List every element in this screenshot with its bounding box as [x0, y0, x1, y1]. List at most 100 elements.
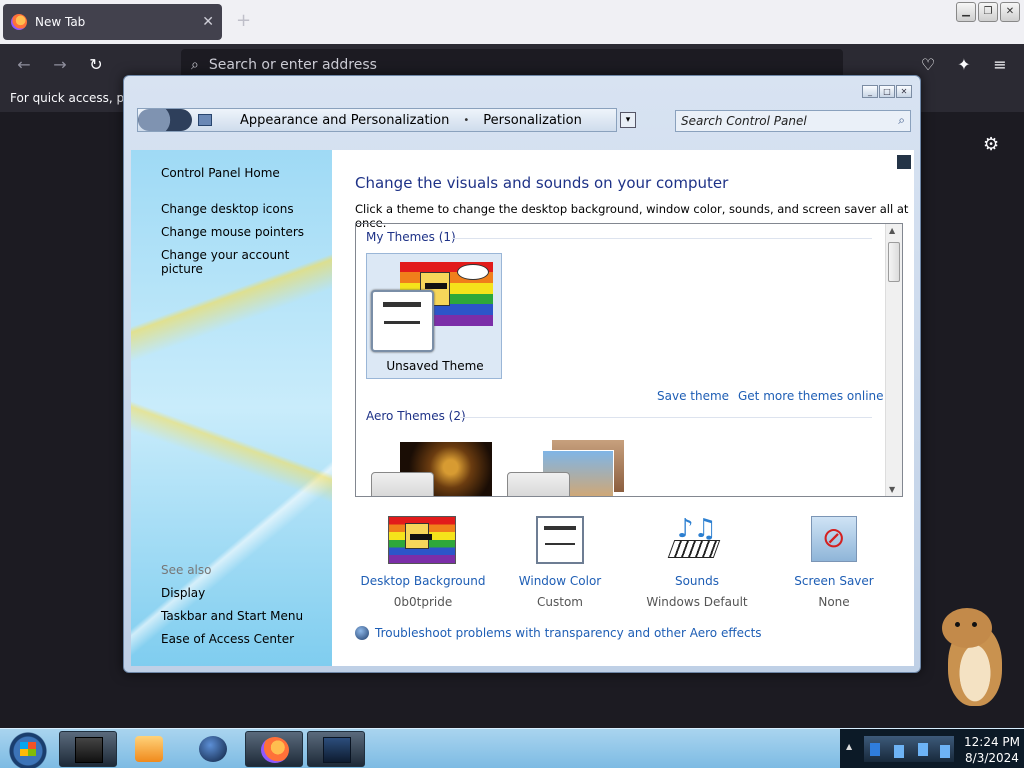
firefox-icon: [261, 737, 289, 763]
system-tray: ▲ 12:24 PM 8/3/2024: [840, 729, 1024, 768]
setting-value: Custom: [537, 595, 583, 609]
sidebar-item-display[interactable]: Display: [161, 586, 205, 600]
search-control-panel-input[interactable]: Search Control Panel ⌕: [675, 110, 911, 132]
clock-date: 8/3/2024: [965, 751, 1019, 765]
setting-value: Windows Default: [646, 595, 748, 609]
close-button[interactable]: ✕: [896, 85, 912, 98]
setting-label: Sounds: [674, 574, 720, 588]
menu-icon[interactable]: ≡: [990, 55, 1010, 74]
globe-icon: [199, 736, 227, 762]
media-player-icon: [135, 736, 163, 762]
app-window-icon: [75, 737, 103, 763]
screen-saver-icon: [799, 516, 869, 566]
sidebar-item-account-picture[interactable]: Change your account picture: [161, 248, 332, 276]
page-title: Change the visuals and sounds on your co…: [355, 174, 729, 192]
window-color-icon: [525, 516, 595, 566]
troubleshoot-label: Troubleshoot problems with transparency …: [375, 626, 762, 640]
extensions-icon[interactable]: ✦: [954, 55, 974, 74]
sidebar: Control Panel Home Change desktop icons …: [131, 150, 332, 666]
forward-icon[interactable]: →: [50, 55, 70, 74]
hamster-desktop-pet[interactable]: [942, 606, 1006, 708]
taskbar-item-control-panel[interactable]: [307, 731, 365, 767]
show-hidden-icons-icon[interactable]: ▲: [846, 742, 852, 751]
clock-time: 12:24 PM: [964, 735, 1020, 749]
themes-scrollbar[interactable]: ▲ ▼: [885, 224, 902, 496]
window-color-button[interactable]: Window Color Custom: [492, 516, 628, 609]
taskbar-item-app1[interactable]: [59, 731, 117, 767]
speech-bubble-icon: [457, 264, 489, 280]
start-button[interactable]: [2, 729, 54, 768]
browser-tab-strip: New Tab ✕ + ▁ ❐ ✕: [0, 0, 1024, 44]
tray-icons[interactable]: [864, 736, 954, 762]
troubleshoot-icon: [355, 626, 369, 640]
search-icon: ⌕: [898, 113, 905, 127]
minimize-button[interactable]: ▁: [956, 2, 976, 22]
breadcrumb: Appearance and Personalization • Persona…: [137, 108, 617, 132]
group-divider: [452, 238, 872, 239]
address-dropdown-icon[interactable]: ▾: [620, 112, 636, 128]
taskbar-item-firefox[interactable]: [245, 731, 303, 767]
setting-value: None: [818, 595, 850, 609]
taskbar-item-media-player[interactable]: [120, 731, 178, 767]
window-preview-icon: [371, 472, 434, 496]
clock[interactable]: 12:24 PM 8/3/2024: [962, 734, 1022, 766]
settings-icon[interactable]: ⚙: [983, 134, 999, 155]
desktop-background-icon: [388, 516, 458, 566]
group-divider: [460, 417, 872, 418]
setting-label: Screen Saver: [794, 574, 874, 588]
window-preview-icon: [507, 472, 570, 496]
search-icon: ⌕: [191, 57, 199, 73]
sidebar-item-mouse-pointers[interactable]: Change mouse pointers: [161, 225, 304, 239]
breadcrumb-personalization[interactable]: Personalization: [477, 113, 588, 128]
theme-unsaved[interactable]: Unsaved Theme: [366, 253, 502, 379]
browser-window-controls: ▁ ❐ ✕: [956, 2, 1020, 22]
close-window-button[interactable]: ✕: [1000, 2, 1020, 22]
setting-label: Desktop Background: [360, 574, 486, 588]
breadcrumb-separator: •: [463, 114, 470, 126]
scroll-thumb[interactable]: [888, 242, 900, 282]
reload-icon[interactable]: ↻: [86, 55, 106, 74]
control-panel-icon: [198, 114, 212, 126]
hamster-head: [942, 608, 992, 648]
setting-value: 0b0tpride: [393, 595, 453, 609]
address-placeholder: Search or enter address: [208, 57, 377, 73]
minimize-button[interactable]: _: [862, 85, 878, 98]
back-forward-buttons[interactable]: [138, 109, 192, 131]
back-icon[interactable]: ←: [14, 55, 34, 74]
sounds-icon: ♪♫: [662, 516, 732, 566]
tab-title: New Tab: [35, 15, 86, 29]
group-aero-themes: Aero Themes (2): [366, 409, 466, 423]
sidebar-item-control-panel-home[interactable]: Control Panel Home: [161, 166, 280, 180]
restore-button[interactable]: ❐: [978, 2, 998, 22]
window-caption-buttons: _ □ ✕: [862, 85, 912, 98]
personalization-window: _ □ ✕ Appearance and Personalization • P…: [123, 75, 921, 673]
help-icon[interactable]: [897, 155, 911, 169]
breadcrumb-appearance[interactable]: Appearance and Personalization: [234, 113, 455, 128]
scroll-down-icon[interactable]: ▼: [889, 485, 895, 494]
maximize-button[interactable]: □: [879, 85, 895, 98]
taskbar-item-globe[interactable]: [184, 731, 242, 767]
desktop-background-button[interactable]: Desktop Background 0b0tpride: [355, 516, 491, 609]
sidebar-item-ease-of-access[interactable]: Ease of Access Center: [161, 632, 294, 646]
sidebar-item-desktop-icons[interactable]: Change desktop icons: [161, 202, 294, 216]
bookmarks-hint: For quick access, plac: [10, 91, 142, 105]
save-theme-link[interactable]: Save theme: [657, 389, 729, 403]
see-also-heading: See also: [161, 563, 212, 577]
new-tab-button[interactable]: +: [236, 10, 251, 31]
sounds-button[interactable]: ♪♫ Sounds Windows Default: [629, 516, 765, 609]
close-tab-icon[interactable]: ✕: [202, 14, 214, 30]
tab-new-tab[interactable]: New Tab ✕: [3, 4, 222, 40]
taskbar: ▲ 12:24 PM 8/3/2024: [0, 728, 1024, 768]
window-content: Control Panel Home Change desktop icons …: [131, 150, 914, 666]
character-icon: [405, 523, 432, 549]
scroll-up-icon[interactable]: ▲: [889, 226, 895, 235]
group-my-themes: My Themes (1): [366, 230, 456, 244]
troubleshoot-link[interactable]: Troubleshoot problems with transparency …: [355, 626, 762, 640]
setting-label: Window Color: [518, 574, 602, 588]
screen-saver-button[interactable]: Screen Saver None: [766, 516, 902, 609]
sidebar-item-taskbar[interactable]: Taskbar and Start Menu: [161, 609, 303, 623]
get-more-themes-link[interactable]: Get more themes online: [738, 389, 884, 403]
main-panel: Change the visuals and sounds on your co…: [332, 150, 914, 666]
pocket-icon[interactable]: ♡: [918, 55, 938, 74]
control-panel-icon: [323, 737, 351, 763]
